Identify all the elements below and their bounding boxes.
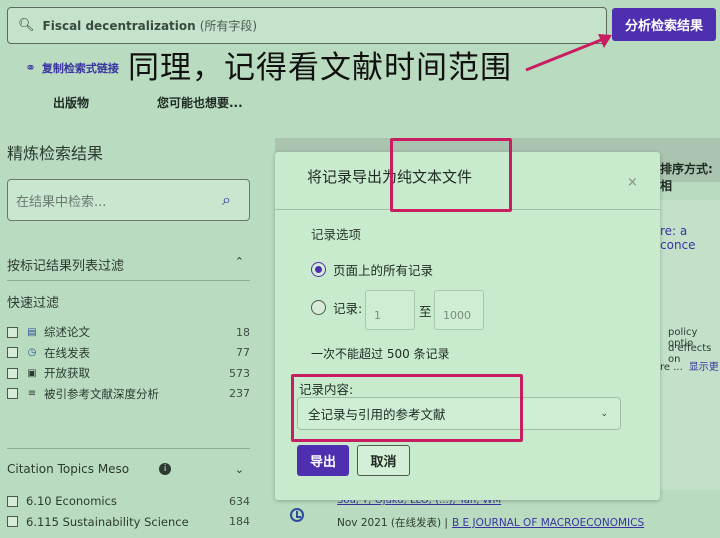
filter-label: 综述论文 bbox=[44, 325, 90, 340]
quick-filter-title: 快速过滤 bbox=[7, 296, 60, 311]
filter-count: 77 bbox=[236, 346, 250, 360]
filter-count: 573 bbox=[229, 366, 250, 380]
chevron-down-icon[interactable]: ⌄ bbox=[235, 463, 244, 476]
checkbox[interactable] bbox=[7, 495, 18, 507]
document-icon: ▤ bbox=[27, 326, 37, 338]
search-icon[interactable]: ⌕ bbox=[222, 190, 231, 210]
citation-topics-list: 6.10 Economics 634 6.115 Sustainability … bbox=[7, 491, 250, 532]
close-icon[interactable]: × bbox=[627, 175, 638, 190]
journal-link[interactable]: B E JOURNAL OF MACROECONOMICS bbox=[452, 517, 644, 529]
topic-count: 184 bbox=[229, 515, 250, 529]
radio-range-label: 记录: bbox=[333, 301, 363, 316]
filter-heading-label: 按标记结果列表过滤 bbox=[7, 259, 125, 274]
result-date-line: Nov 2021 (在线发表) | B E JOURNAL OF MACROECO… bbox=[337, 515, 644, 530]
result-title-link[interactable]: re: a conce bbox=[660, 224, 720, 252]
nav-you-may-want[interactable]: 您可能也想要... bbox=[157, 94, 243, 111]
clock-icon bbox=[290, 508, 304, 522]
record-options-label: 记录选项 bbox=[311, 227, 362, 242]
topic-count: 634 bbox=[229, 494, 250, 508]
divider bbox=[7, 448, 250, 449]
annotation-text: 同理，记得看文献时间范围 bbox=[128, 50, 512, 86]
highlight-box bbox=[390, 138, 512, 212]
filter-label: 在线发表 bbox=[44, 345, 90, 360]
topic-label: 6.115 Sustainability Science bbox=[26, 514, 189, 529]
radio-all-records[interactable]: 页面上的所有记录 bbox=[311, 260, 433, 279]
list-item[interactable]: ▣ 开放获取 573 bbox=[7, 363, 250, 384]
list-icon: ≡ bbox=[27, 388, 37, 400]
info-icon[interactable]: i bbox=[159, 463, 172, 475]
checkbox[interactable] bbox=[7, 516, 18, 528]
topic-label: 6.10 Economics bbox=[26, 494, 117, 509]
result-snippet-text: re ... bbox=[660, 362, 683, 373]
filter-count: 237 bbox=[229, 387, 250, 401]
list-item[interactable]: ≡ 被引参考文献深度分析 237 bbox=[7, 384, 250, 405]
list-item[interactable]: ◷ 在线发表 77 bbox=[7, 343, 250, 364]
refine-title: 精炼检索结果 bbox=[7, 144, 104, 163]
range-to-input[interactable]: 1000 bbox=[434, 290, 484, 330]
copy-query-link[interactable]: ⚭ 复制检索式链接 bbox=[25, 60, 119, 76]
result-date: Nov 2021 (在线发表) | bbox=[337, 517, 448, 529]
export-button[interactable]: 导出 bbox=[297, 445, 349, 476]
refine-placeholder: 在结果中检索... bbox=[16, 194, 107, 210]
citation-topics-label: Citation Topics Meso bbox=[7, 462, 130, 476]
radio-button[interactable] bbox=[311, 262, 326, 277]
nav-publications[interactable]: 出版物 bbox=[53, 94, 89, 111]
copy-query-link-label: 复制检索式链接 bbox=[41, 62, 119, 75]
chevron-up-icon[interactable]: ⌃ bbox=[235, 255, 244, 274]
search-scope: (所有字段) bbox=[199, 19, 258, 33]
limit-note: 一次不能超过 500 条记录 bbox=[311, 347, 450, 361]
refine-search-input[interactable]: 在结果中检索... ⌕ bbox=[7, 179, 250, 221]
checkbox[interactable] bbox=[7, 388, 18, 400]
list-item[interactable]: 6.115 Sustainability Science 184 bbox=[7, 512, 250, 533]
clock-icon: ◷ bbox=[27, 347, 37, 359]
cancel-button[interactable]: 取消 bbox=[357, 445, 410, 476]
filter-label: 开放获取 bbox=[44, 366, 90, 381]
range-separator: 至 bbox=[419, 304, 432, 319]
highlight-box bbox=[291, 374, 523, 442]
divider bbox=[7, 280, 250, 281]
checkbox[interactable] bbox=[7, 347, 18, 359]
result-snippet-line: re ... 显示更 bbox=[660, 358, 719, 373]
sort-label[interactable]: 排序方式: 相 bbox=[660, 160, 720, 194]
checkbox[interactable] bbox=[7, 367, 18, 379]
radio-button[interactable] bbox=[311, 300, 326, 315]
quick-filter-list: ▤ 综述论文 18 ◷ 在线发表 77 ▣ 开放获取 573 ≡ 被引参考文献深… bbox=[7, 322, 250, 404]
search-input[interactable]: 🔍︎ Fiscal decentralization (所有字段) bbox=[7, 7, 607, 44]
list-item[interactable]: 6.10 Economics 634 bbox=[7, 491, 250, 512]
filter-count: 18 bbox=[236, 325, 250, 339]
annotation-arrow bbox=[525, 34, 612, 72]
search-icon: 🔍︎ bbox=[18, 18, 35, 33]
range-from-input[interactable]: 1 bbox=[365, 290, 415, 330]
radio-all-label: 页面上的所有记录 bbox=[333, 263, 434, 278]
chevron-down-icon: ⌄ bbox=[600, 408, 608, 419]
lock-icon: ▣ bbox=[27, 367, 37, 379]
analyze-results-button[interactable]: 分析检索结果 bbox=[612, 8, 716, 41]
filter-label: 被引参考文献深度分析 bbox=[44, 386, 159, 401]
show-more-link[interactable]: 显示更 bbox=[689, 362, 719, 373]
checkbox[interactable] bbox=[7, 326, 18, 338]
search-query: Fiscal decentralization bbox=[42, 18, 196, 33]
radio-record-range[interactable]: 记录: bbox=[311, 298, 362, 317]
filter-heading[interactable]: 按标记结果列表过滤 ⌃ bbox=[7, 255, 250, 274]
citation-topics-heading[interactable]: Citation Topics Meso i ⌄ bbox=[7, 462, 250, 476]
list-item[interactable]: ▤ 综述论文 18 bbox=[7, 322, 250, 343]
link-icon: ⚭ bbox=[25, 60, 36, 76]
